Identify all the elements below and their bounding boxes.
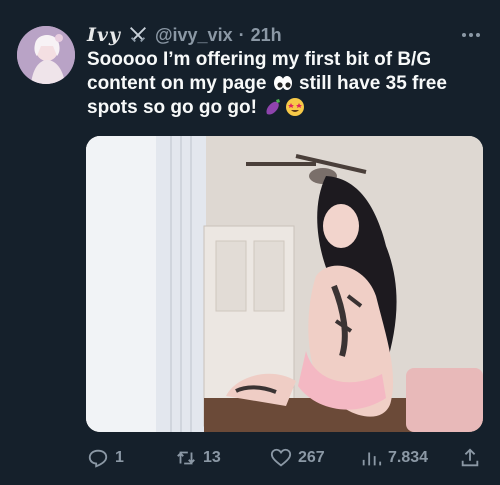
timestamp[interactable]: 21h: [251, 25, 282, 46]
like-count: 267: [298, 449, 325, 466]
avatar-image: [17, 26, 75, 84]
eggplant-emoji: [263, 97, 283, 117]
tweet-text: Sooooo I’m offering my first bit of B/G …: [87, 48, 485, 120]
tweet-media-photo[interactable]: [86, 136, 483, 432]
retweet-button[interactable]: 13: [175, 444, 221, 472]
tweet-actions: 1 13 267 7.834: [87, 444, 487, 472]
separator-dot: ·: [238, 24, 245, 45]
handle[interactable]: @ivy_vix: [155, 25, 233, 46]
retweet-icon: [177, 451, 195, 465]
swords-icon: [127, 24, 149, 46]
photo-image: [86, 136, 483, 432]
display-name[interactable]: Ivy: [87, 24, 121, 46]
like-button[interactable]: 267: [270, 444, 325, 472]
reply-button[interactable]: 1: [87, 444, 124, 472]
like-icon: [270, 448, 292, 467]
tweet-text-line1: Sooooo I’m offering my first bit of B/G: [87, 49, 432, 70]
starstruck-emoji: [285, 97, 305, 117]
eyes-emoji: [273, 73, 293, 93]
share-icon: [461, 448, 479, 467]
avatar[interactable]: [17, 26, 75, 84]
more-icon[interactable]: [458, 22, 484, 48]
views-button[interactable]: 7.834: [360, 444, 428, 472]
retweet-count: 13: [203, 449, 221, 466]
tweet-text-line2a: content on my page: [87, 73, 267, 94]
views-icon: [362, 452, 382, 466]
tweet-header: Ivy @ivy_vix · 21h: [87, 22, 484, 48]
reply-count: 1: [115, 449, 124, 466]
tweet-text-line3: spots so go go go!: [87, 97, 257, 118]
share-button[interactable]: [459, 444, 481, 472]
reply-icon: [88, 449, 108, 468]
tweet-text-line2b: still have 35 free: [299, 73, 447, 94]
views-count: 7.834: [388, 449, 429, 466]
